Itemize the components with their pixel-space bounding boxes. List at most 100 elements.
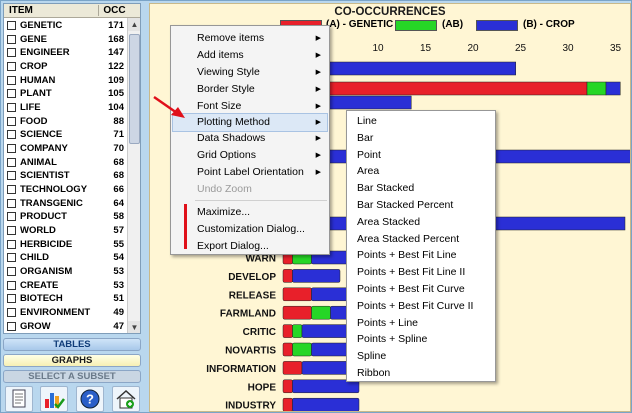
list-item[interactable]: RIFKIN47 [4,333,126,334]
plot-method-area-stacked-percent[interactable]: Area Stacked Percent [349,231,493,248]
bar-segment-genetic[interactable] [282,287,312,302]
menu-item-data-shadows[interactable]: Data Shadows ▶ [173,130,327,147]
item-checkbox[interactable] [7,75,16,85]
document-icon[interactable] [5,386,33,412]
bar-segment-ab[interactable] [292,342,312,357]
list-item[interactable]: HERBICIDE 55 [4,238,126,252]
plot-method-points-best-fit-line-ii[interactable]: Points + Best Fit Line II [349,264,493,281]
list-item[interactable]: PLANT 105 [4,87,126,101]
plot-method-spline[interactable]: Spline [349,348,493,365]
item-checkbox[interactable] [7,103,16,113]
list-item[interactable]: CREATE 53 [4,279,126,293]
item-checkbox[interactable] [7,171,16,181]
item-checkbox[interactable] [7,294,16,304]
item-checkbox[interactable] [7,308,16,318]
menu-item-viewing-style[interactable]: Viewing Style ▶ [173,64,327,81]
item-checkbox[interactable] [7,130,16,140]
menu-item-plotting-method[interactable]: Plotting Method ▶ [172,113,328,132]
menu-item-remove-items[interactable]: Remove items ▶ [173,30,327,47]
plot-method-ribbon[interactable]: Ribbon [349,365,493,382]
list-item[interactable]: TECHNOLOGY 66 [4,183,126,197]
plot-method-point[interactable]: Point [349,147,493,164]
help-icon[interactable]: ? [76,386,104,412]
item-checkbox[interactable] [7,62,16,72]
home-icon[interactable] [112,386,140,412]
item-checkbox[interactable] [7,267,16,277]
list-item[interactable]: WORLD 57 [4,224,126,238]
menu-item-customization-dialog[interactable]: Customization Dialog... [173,221,327,238]
chart-check-icon[interactable] [40,386,68,412]
list-item[interactable]: ANIMAL 68 [4,156,126,170]
list-item[interactable]: GENETIC 171 [4,19,126,33]
menu-item-point-label-orientation[interactable]: Point Label Orientation ▶ [173,164,327,181]
list-item[interactable]: CHILD 54 [4,251,126,265]
list-item[interactable]: CROP 122 [4,60,126,74]
list-item[interactable]: ENVIRONMENT 49 [4,306,126,320]
bar-segment-crop[interactable] [311,287,350,302]
plot-method-bar-stacked-percent[interactable]: Bar Stacked Percent [349,197,493,214]
bar-segment-genetic[interactable] [282,269,293,283]
menu-item-border-style[interactable]: Border Style ▶ [173,81,327,98]
list-item[interactable]: HUMAN 109 [4,74,126,88]
item-checkbox[interactable] [7,226,16,236]
menu-item-maximize[interactable]: Maximize... [173,204,327,221]
item-checkbox[interactable] [7,212,16,222]
tables-button[interactable]: TABLES [3,338,141,351]
list-item[interactable]: SCIENTIST 68 [4,169,126,183]
plot-method-points-best-fit-line[interactable]: Points + Best Fit Line [349,247,493,264]
list-scrollbar[interactable]: ▲ ▼ [127,18,140,333]
item-checkbox[interactable] [7,157,16,167]
list-item[interactable]: GENE 168 [4,33,126,47]
menu-item-undo-zoom[interactable]: Undo Zoom [173,181,327,198]
list-item[interactable]: ENGINEER 147 [4,46,126,60]
bar-segment-crop[interactable] [292,269,341,283]
bar-segment-ab[interactable] [586,81,607,96]
plot-method-bar-stacked[interactable]: Bar Stacked [349,180,493,197]
bar-segment-crop[interactable] [311,342,350,357]
scroll-down-icon[interactable]: ▼ [128,321,140,333]
list-item[interactable]: FOOD 88 [4,115,126,129]
item-checkbox[interactable] [7,116,16,126]
list-item[interactable]: BIOTECH 51 [4,292,126,306]
plot-method-points-best-fit-curve[interactable]: Points + Best Fit Curve [349,281,493,298]
list-item[interactable]: TRANSGENIC 64 [4,197,126,211]
list-item[interactable]: GROW 47 [4,320,126,333]
item-checkbox[interactable] [7,239,16,249]
bar-segment-ab[interactable] [311,305,331,320]
item-checkbox[interactable] [7,185,16,195]
bar-segment-genetic[interactable] [282,379,293,394]
bar-segment-crop[interactable] [605,81,621,96]
list-item[interactable]: COMPANY 70 [4,142,126,156]
item-checkbox[interactable] [7,144,16,154]
list-item[interactable]: PRODUCT 58 [4,210,126,224]
bar-segment-ab[interactable] [292,324,303,338]
bar-segment-genetic[interactable] [282,361,303,375]
bar-segment-genetic[interactable] [282,305,312,320]
column-header-occ[interactable]: OCC [98,5,128,16]
list-item[interactable]: SCIENCE 71 [4,128,126,142]
item-checkbox[interactable] [7,321,16,331]
item-checkbox[interactable] [7,34,16,44]
plot-method-points-line[interactable]: Points + Line [349,315,493,332]
bar-segment-crop[interactable] [292,397,360,411]
menu-item-add-items[interactable]: Add items ▶ [173,47,327,64]
graphs-button[interactable]: GRAPHS [3,354,141,367]
plot-method-area-stacked[interactable]: Area Stacked [349,214,493,231]
list-item[interactable]: ORGANISM 53 [4,265,126,279]
menu-item-font-size[interactable]: Font Size ▶ [173,98,327,115]
plot-method-line[interactable]: Line [349,113,493,130]
select-subset-button[interactable]: SELECT A SUBSET [3,370,141,383]
bar-segment-genetic[interactable] [282,342,293,357]
column-header-item[interactable]: ITEM [9,5,33,16]
bar-segment-genetic[interactable] [282,324,293,338]
plot-method-area[interactable]: Area [349,163,493,180]
scroll-up-icon[interactable]: ▲ [128,18,140,31]
menu-item-grid-options[interactable]: Grid Options ▶ [173,147,327,164]
item-checkbox[interactable] [7,48,16,58]
item-checkbox[interactable] [7,198,16,208]
plot-method-points-best-fit-curve-ii[interactable]: Points + Best Fit Curve II [349,298,493,315]
plot-method-points-spline[interactable]: Points + Spline [349,331,493,348]
scroll-thumb[interactable] [129,34,140,144]
item-checkbox[interactable] [7,21,16,30]
item-checkbox[interactable] [7,280,16,290]
